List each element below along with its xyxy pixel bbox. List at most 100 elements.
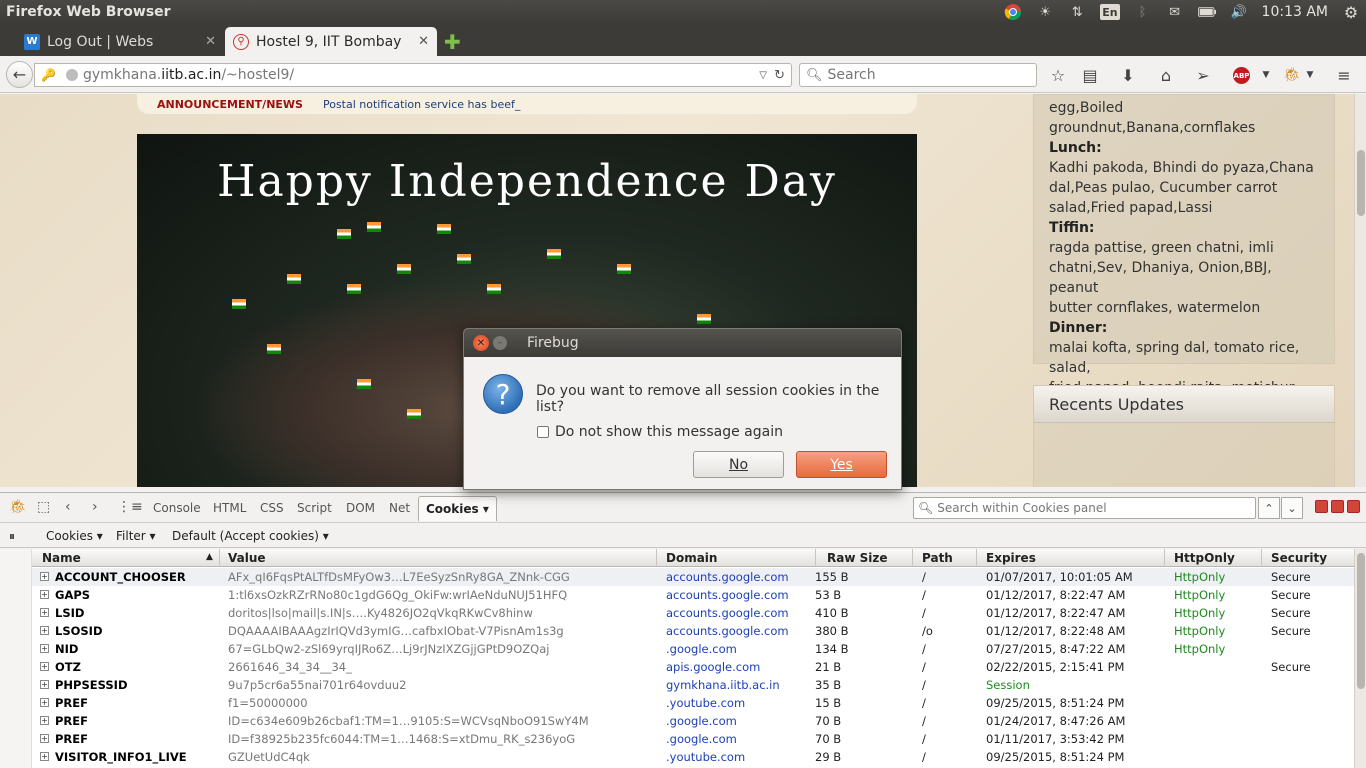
default-cookie-policy-menu[interactable]: Default (Accept cookies) ▾ bbox=[172, 529, 329, 543]
column-divider[interactable] bbox=[912, 549, 913, 567]
tab-cookies[interactable]: Cookies ▾ bbox=[418, 496, 497, 521]
back-arrow-icon[interactable]: ‹ bbox=[65, 499, 71, 515]
send-icon[interactable]: ➢ bbox=[1193, 65, 1213, 85]
cookie-domain[interactable]: accounts.google.com bbox=[666, 606, 789, 620]
close-tab-icon[interactable]: ✕ bbox=[418, 34, 429, 49]
table-row[interactable]: + PHPSESSID 9u7p5cr6a55nai701r64ovduu2 gymk… bbox=[32, 676, 1354, 694]
home-icon[interactable]: ⌂ bbox=[1156, 65, 1176, 85]
expand-plus-icon[interactable]: + bbox=[40, 680, 49, 689]
tab-html[interactable]: HTML bbox=[213, 501, 246, 515]
search-bar[interactable]: 🔍︎ bbox=[799, 63, 1037, 87]
tab-console[interactable]: Console bbox=[153, 501, 201, 515]
table-row[interactable]: + GAPS 1:tl6xsOzkRZrRNo80c1gdG6Qg_OkiFw:wr… bbox=[32, 586, 1354, 604]
expand-plus-icon[interactable]: + bbox=[40, 662, 49, 671]
column-divider[interactable] bbox=[1164, 549, 1165, 567]
page-scrollbar[interactable] bbox=[1354, 94, 1366, 487]
tab-script[interactable]: Script bbox=[297, 501, 332, 515]
expand-plus-icon[interactable]: + bbox=[40, 734, 49, 743]
firebug-minimize-icon[interactable] bbox=[1315, 500, 1328, 513]
cookies-menu[interactable]: Cookies ▾ bbox=[46, 529, 103, 543]
cookie-domain[interactable]: .google.com bbox=[666, 732, 737, 746]
search-next-arrow[interactable]: ⌄ bbox=[1281, 497, 1303, 519]
table-row[interactable]: + LSOSID DQAAAAIBAAAgzIrIQVd3ymIG…cafbxIOb… bbox=[32, 622, 1354, 640]
bluetooth-icon[interactable]: ᛒ bbox=[1134, 3, 1152, 21]
forward-arrow-icon[interactable]: › bbox=[92, 499, 98, 515]
expand-plus-icon[interactable]: + bbox=[40, 590, 49, 599]
column-divider[interactable] bbox=[1261, 549, 1262, 567]
search-input[interactable] bbox=[827, 67, 1028, 83]
breakpoint-icon[interactable]: ⏸ bbox=[9, 529, 15, 544]
table-row[interactable]: + VISITOR_INFO1_LIVE GZUetUdC4qk .youtube.c… bbox=[32, 748, 1354, 766]
expand-plus-icon[interactable]: + bbox=[40, 608, 49, 617]
cookie-domain[interactable]: .google.com bbox=[666, 714, 737, 728]
dialog-minimize-icon[interactable]: – bbox=[493, 336, 507, 350]
dialog-close-icon[interactable]: ✕ bbox=[473, 335, 489, 351]
column-header-name[interactable]: Name bbox=[42, 551, 81, 565]
column-divider[interactable] bbox=[976, 549, 977, 567]
checkbox-box[interactable] bbox=[537, 426, 549, 438]
adblock-plus-icon[interactable]: ABP bbox=[1233, 67, 1250, 84]
url-text[interactable]: gymkhana.iitb.ac.in/~hostel9/ bbox=[83, 67, 294, 83]
expand-plus-icon[interactable]: + bbox=[40, 626, 49, 635]
adblock-dropdown-icon[interactable]: ▼ bbox=[1256, 65, 1276, 85]
column-header-raw-size[interactable]: Raw Size bbox=[827, 551, 887, 565]
downloads-icon[interactable]: ⬇ bbox=[1118, 65, 1138, 85]
filter-menu[interactable]: Filter ▾ bbox=[116, 529, 156, 543]
firebug-bug-icon[interactable]: 🐞︎ bbox=[9, 499, 27, 515]
volume-icon[interactable]: 🔊 bbox=[1230, 3, 1248, 21]
column-header-security[interactable]: Security bbox=[1271, 551, 1327, 565]
tab-log-out-webs[interactable]: W Log Out | Webs ✕ bbox=[16, 27, 224, 56]
back-button[interactable]: ← bbox=[6, 61, 33, 88]
tab-net[interactable]: Net bbox=[389, 501, 410, 515]
bookmark-star-icon[interactable]: ☆ bbox=[1048, 65, 1068, 85]
table-row[interactable]: + PREF ID=f38925b235fc6044:TM=1…1468:S=xtD… bbox=[32, 730, 1354, 748]
url-dropdown-icon[interactable]: ▽ bbox=[759, 70, 767, 81]
expand-plus-icon[interactable]: + bbox=[40, 698, 49, 707]
cookie-domain[interactable]: .youtube.com bbox=[666, 696, 745, 710]
table-row[interactable]: + PREF f1=50000000 .youtube.com 15 B / 09/25/2… bbox=[32, 694, 1354, 712]
battery-icon[interactable] bbox=[1197, 3, 1216, 21]
firebug-close-icon[interactable] bbox=[1347, 500, 1360, 513]
column-header-domain[interactable]: Domain bbox=[666, 551, 717, 565]
table-row[interactable]: + PREF ID=c634e609b26cbaf1:TM=1…9105:S=WCV… bbox=[32, 712, 1354, 730]
tab-css[interactable]: CSS bbox=[260, 501, 284, 515]
clock[interactable]: 10:13 AM bbox=[1262, 4, 1328, 20]
firebug-detach-icon[interactable] bbox=[1331, 500, 1344, 513]
checkbox-label[interactable]: Do not show this message again bbox=[555, 424, 783, 440]
table-row[interactable]: + OTZ 2661646_34_34__34_ apis.google.com 21 … bbox=[32, 658, 1354, 676]
table-row[interactable]: + LSID doritos|lso|mail|s.IN|s….Ky4826JO2q… bbox=[32, 604, 1354, 622]
firebug-dropdown-icon[interactable]: ▼ bbox=[1300, 65, 1320, 85]
yes-button[interactable]: Yes bbox=[796, 451, 887, 478]
inspect-element-icon[interactable]: ⬚ bbox=[37, 499, 50, 515]
expand-plus-icon[interactable]: + bbox=[40, 752, 49, 761]
dont-show-again-checkbox[interactable]: Do not show this message again bbox=[537, 424, 783, 440]
column-divider[interactable] bbox=[815, 549, 816, 567]
cookie-domain[interactable]: .google.com bbox=[666, 642, 737, 656]
cookie-domain[interactable]: .youtube.com bbox=[666, 750, 745, 764]
reload-icon[interactable]: ↻ bbox=[774, 68, 785, 83]
close-tab-icon[interactable]: ✕ bbox=[205, 34, 216, 49]
tab-dom[interactable]: DOM bbox=[346, 501, 375, 515]
settings-gear-icon[interactable]: ⚙ bbox=[1342, 3, 1360, 22]
announcement-text[interactable]: Postal notification service has beef_ bbox=[323, 98, 520, 111]
page-scrollbar-thumb[interactable] bbox=[1357, 150, 1365, 216]
brightness-icon[interactable]: ☀ bbox=[1036, 3, 1054, 21]
cookies-search-field[interactable]: 🔍︎ Search within Cookies panel bbox=[913, 497, 1256, 519]
column-header-value[interactable]: Value bbox=[228, 551, 266, 565]
cookie-domain[interactable]: gymkhana.iitb.ac.in bbox=[666, 678, 780, 692]
tab-hostel-9[interactable]: ⚲ Hostel 9, IIT Bombay ✕ bbox=[225, 27, 437, 56]
search-prev-arrow[interactable]: ⌃ bbox=[1258, 497, 1280, 519]
site-identity-key-icon[interactable]: 🔑 bbox=[41, 68, 56, 82]
cookie-domain[interactable]: apis.google.com bbox=[666, 660, 760, 674]
table-row[interactable]: + NID 67=GLbQw2-zSl69yrqIJRo6Z…Lj9rJNzIXZG… bbox=[32, 640, 1354, 658]
cookies-scrollbar-thumb[interactable] bbox=[1357, 553, 1365, 689]
column-divider[interactable] bbox=[656, 549, 657, 567]
mail-icon[interactable]: ✉ bbox=[1166, 3, 1184, 21]
cookie-domain[interactable]: accounts.google.com bbox=[666, 588, 789, 602]
no-button[interactable]: No bbox=[693, 451, 784, 478]
network-arrows-icon[interactable]: ⇅ bbox=[1068, 3, 1086, 21]
cookies-scrollbar[interactable] bbox=[1354, 549, 1366, 768]
column-header-expires[interactable]: Expires bbox=[986, 551, 1036, 565]
firebug-icon[interactable]: 🐞︎ bbox=[1282, 65, 1302, 85]
command-line-icon[interactable]: ⋮≡ bbox=[117, 499, 143, 515]
